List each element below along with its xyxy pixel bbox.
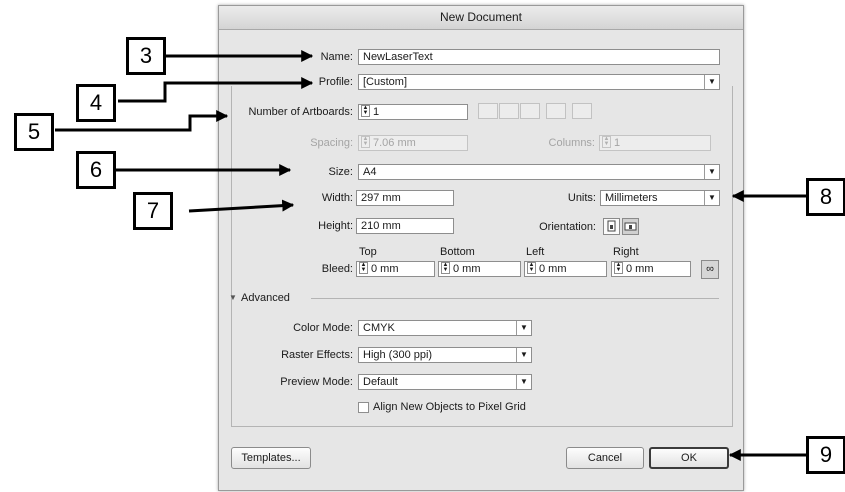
callout-9: 9 bbox=[806, 436, 845, 474]
callout-5: 5 bbox=[14, 113, 54, 151]
callout-3: 3 bbox=[126, 37, 166, 75]
callout-4: 4 bbox=[76, 84, 116, 122]
callout-7: 7 bbox=[133, 192, 173, 230]
callout-8: 8 bbox=[806, 178, 845, 216]
callout-6: 6 bbox=[76, 151, 116, 189]
callout-arrow-7 bbox=[188, 199, 295, 213]
callout-arrow-4 bbox=[118, 77, 314, 103]
